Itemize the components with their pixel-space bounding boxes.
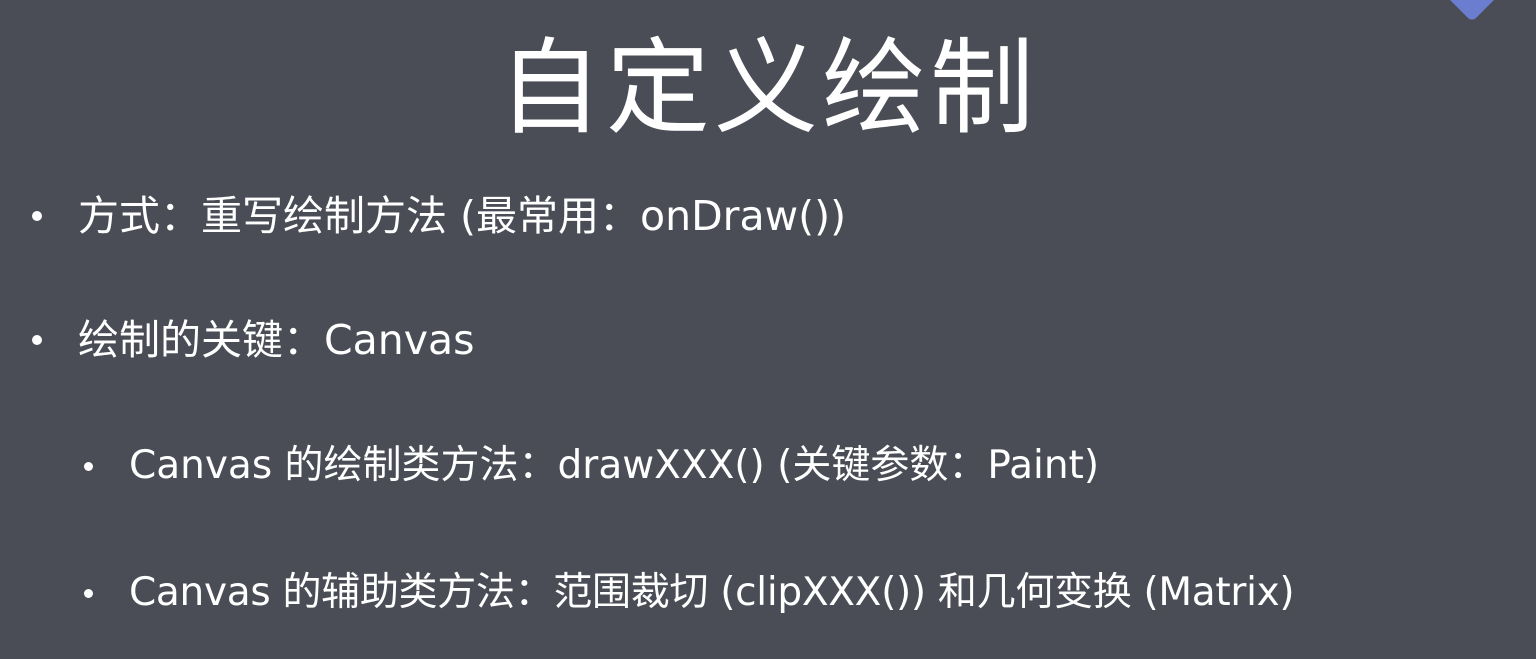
bullet-dot-icon	[84, 461, 93, 471]
bullet-text: 方式：重写绘制方法 (最常用：onDraw())	[78, 192, 847, 240]
sub-bullet-item: Canvas 的绘制类方法：drawXXX() (关键参数：Paint)	[84, 438, 1099, 494]
sub-bullet-text: Canvas 的绘制类方法：drawXXX() (关键参数：Paint)	[129, 443, 1100, 488]
bullet-item: 方式：重写绘制方法 (最常用：onDraw())	[32, 188, 846, 244]
diamond-mark-icon	[1438, 0, 1506, 22]
bullet-item: 绘制的关键：Canvas	[32, 312, 475, 368]
sub-bullet-item: Canvas 的辅助类方法：范围裁切 (clipXXX()) 和几何变换 (Ma…	[84, 565, 1295, 621]
slide-title: 自定义绘制	[497, 27, 1038, 149]
sub-bullet-text: Canvas 的辅助类方法：范围裁切 (clipXXX()) 和几何变换 (Ma…	[129, 570, 1295, 615]
bullet-dot-icon	[84, 588, 93, 598]
bullet-text: 绘制的关键：Canvas	[78, 316, 475, 364]
bullet-dot-icon	[32, 211, 42, 221]
slide: 自定义绘制 方式：重写绘制方法 (最常用：onDraw()) 绘制的关键：Can…	[0, 0, 1536, 659]
bullet-dot-icon	[32, 335, 42, 345]
